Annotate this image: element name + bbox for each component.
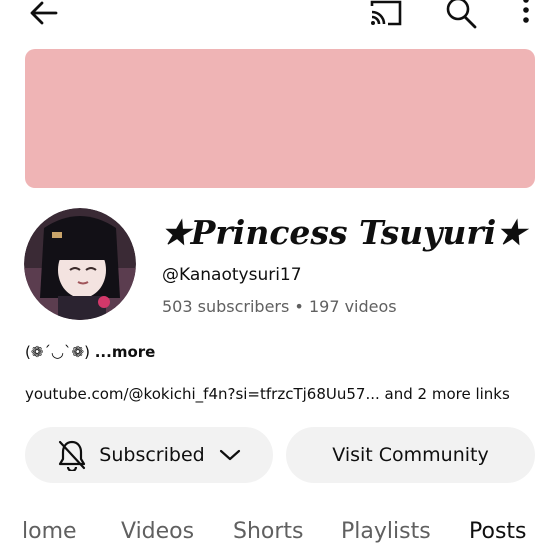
video-count: 197 videos	[308, 297, 397, 316]
visit-community-button[interactable]: Visit Community	[286, 427, 535, 483]
channel-link[interactable]: youtube.com/@kokichi_f4n?si=tfrzcTj68Uu5…	[25, 385, 380, 403]
subscribed-label: Subscribed	[99, 444, 205, 466]
channel-stats: 503 subscribers • 197 videos	[162, 297, 397, 316]
search-icon[interactable]	[444, 0, 478, 30]
subscribed-button[interactable]: Subscribed	[25, 427, 273, 483]
description-more-link[interactable]: ...more	[95, 343, 156, 361]
tab-videos[interactable]: Videos	[121, 519, 194, 544]
bell-off-icon	[57, 439, 87, 471]
more-links[interactable]: and 2 more links	[385, 385, 510, 403]
tab-posts[interactable]: Posts	[469, 519, 527, 544]
chevron-down-icon	[219, 448, 241, 462]
channel-banner	[25, 49, 535, 188]
stats-separator: •	[294, 297, 304, 316]
subscriber-count: 503 subscribers	[162, 297, 290, 316]
tab-shorts[interactable]: Shorts	[233, 519, 304, 544]
more-vertical-icon[interactable]	[516, 0, 536, 26]
description-text: (❁´◡`❁)	[25, 343, 90, 361]
visit-community-label: Visit Community	[332, 444, 489, 466]
tab-playlists[interactable]: Playlists	[341, 519, 431, 544]
channel-description[interactable]: (❁´◡`❁) ...more	[25, 343, 155, 361]
channel-avatar[interactable]	[24, 208, 136, 320]
channel-handle: @Kanaotysuri17	[162, 265, 302, 285]
channel-name: ★Princess Tsuyuri★	[161, 213, 526, 252]
tab-home[interactable]: lome	[22, 519, 77, 544]
channel-tabs: lome Videos Shorts Playlists Posts	[0, 515, 560, 560]
cast-icon[interactable]	[368, 0, 404, 28]
top-app-bar	[0, 0, 560, 30]
channel-links[interactable]: youtube.com/@kokichi_f4n?si=tfrzcTj68Uu5…	[25, 385, 510, 403]
arrow-left-icon[interactable]	[26, 0, 60, 28]
